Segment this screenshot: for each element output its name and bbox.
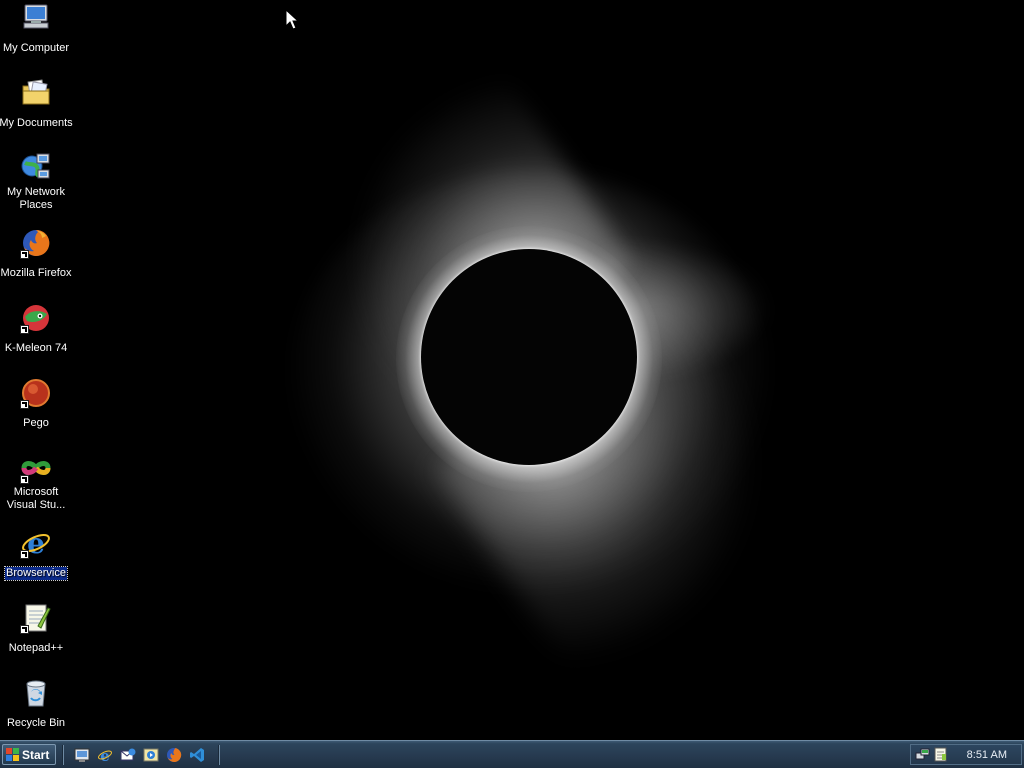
desktop-icon-my-computer[interactable]: My Computer (0, 2, 74, 55)
show-desktop-icon[interactable] (72, 745, 91, 764)
desktop-icon-pego[interactable]: Pego (0, 377, 74, 430)
visual-studio-icon (20, 452, 52, 484)
moon-disc (421, 249, 637, 465)
internet-explorer-icon[interactable]: e (95, 745, 114, 764)
icon-label: Microsoft Visual Stu... (6, 486, 66, 511)
icon-label: My Computer (2, 42, 70, 54)
taskbar: Start e 8:51 AM (0, 740, 1024, 768)
shortcut-arrow-icon (20, 400, 29, 409)
computer-icon (20, 2, 52, 34)
desktop-icon-my-documents[interactable]: My Documents (0, 77, 74, 130)
shortcut-arrow-icon (20, 325, 29, 334)
system-tray: 8:51 AM (910, 744, 1022, 765)
k-meleon-icon (20, 302, 52, 334)
recycle-bin-icon (20, 677, 52, 709)
notepad-plus-plus-icon (20, 602, 52, 634)
svg-text:e: e (27, 527, 45, 559)
desktop-icon-notepad-plus-plus[interactable]: Notepad++ (0, 602, 74, 655)
icon-label: Mozilla Firefox (0, 267, 72, 279)
icon-label: My Network Places (6, 186, 66, 211)
windows-media-icon[interactable] (141, 745, 160, 764)
start-button[interactable]: Start (2, 744, 56, 765)
eclipse-wallpaper (0, 0, 1024, 740)
shortcut-arrow-icon (20, 475, 29, 484)
icon-label: My Documents (0, 117, 73, 129)
internet-explorer-icon: e (20, 527, 52, 559)
visual-studio-code-icon[interactable] (187, 745, 206, 764)
start-label: Start (22, 747, 50, 762)
icon-label: K-Meleon 74 (4, 342, 68, 354)
taskbar-separator (62, 745, 64, 765)
desktop[interactable]: My Computer My Documents My Network Plac… (0, 0, 1024, 740)
outlook-express-icon[interactable] (118, 745, 137, 764)
shortcut-arrow-icon (20, 625, 29, 634)
icon-label: Pego (23, 417, 49, 429)
clock[interactable]: 8:51 AM (967, 749, 1007, 761)
desktop-icon-k-meleon[interactable]: K-Meleon 74 (0, 302, 74, 355)
desktop-icon-microsoft-visual-studio[interactable]: Microsoft Visual Stu... (0, 452, 74, 512)
taskbar-separator (218, 745, 220, 765)
pego-icon (20, 377, 52, 409)
shortcut-arrow-icon (20, 550, 29, 559)
notepad-tray-icon[interactable] (933, 747, 948, 762)
firefox-icon[interactable] (164, 745, 183, 764)
documents-folder-icon (20, 77, 52, 109)
desktop-icon-recycle-bin[interactable]: Recycle Bin (0, 677, 74, 730)
network-tray-icon[interactable] (915, 747, 930, 762)
desktop-icon-mozilla-firefox[interactable]: Mozilla Firefox (0, 227, 74, 280)
mouse-pointer-icon (285, 9, 299, 30)
desktop-icon-browservice[interactable]: e Browservice (0, 527, 74, 581)
network-icon (20, 152, 52, 184)
firefox-icon (20, 227, 52, 259)
icon-label: Browservice (4, 566, 68, 581)
shortcut-arrow-icon (20, 250, 29, 259)
desktop-icon-my-network-places[interactable]: My Network Places (0, 152, 74, 212)
windows-logo-icon (6, 748, 19, 761)
icon-label: Recycle Bin (6, 717, 66, 729)
quick-launch-toolbar: e (72, 745, 206, 765)
svg-text:e: e (100, 747, 110, 763)
icon-label: Notepad++ (8, 642, 64, 654)
